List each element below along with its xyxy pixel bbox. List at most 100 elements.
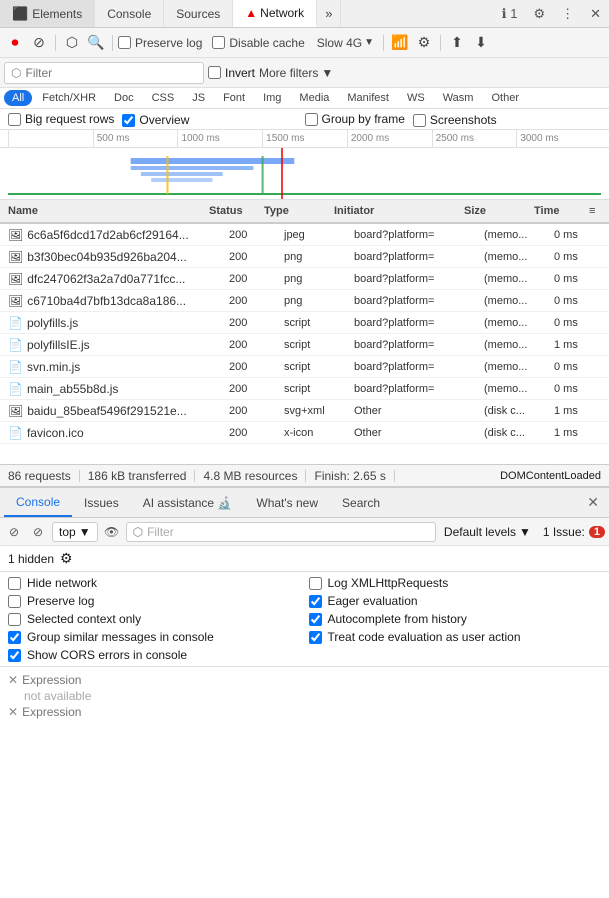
upload1-button[interactable]: ⬆ [446, 32, 468, 54]
table-row[interactable]: 🖼 c6710ba4d7bfb13dca8a186... 200 png boa… [0, 290, 609, 312]
console-pause-btn[interactable]: ⊘ [28, 522, 48, 542]
context-selector[interactable]: top ▼ [52, 522, 98, 542]
th-size[interactable]: Size [460, 205, 530, 217]
overview-checkbox[interactable] [122, 114, 135, 127]
more-filters-btn[interactable]: More filters ▼ [259, 66, 333, 80]
big-request-rows-label[interactable]: Big request rows [8, 111, 114, 127]
filter-ws[interactable]: WS [399, 90, 433, 106]
big-request-rows-checkbox[interactable] [8, 113, 21, 126]
more-options-icon[interactable]: ⋮ [553, 6, 582, 22]
expression-close-1[interactable]: ✕ [8, 673, 18, 687]
network-settings-icon[interactable]: ⚙ [413, 32, 435, 54]
filter-all[interactable]: All [4, 90, 32, 106]
record-button[interactable]: ⏺ [4, 32, 26, 54]
filter-img[interactable]: Img [255, 90, 289, 106]
preserve-log-label[interactable]: Preserve log [118, 36, 202, 50]
wifi-icon[interactable]: 📶 [389, 32, 411, 54]
console-tab-issues[interactable]: Issues [72, 488, 131, 517]
preserve-log-checkbox[interactable] [118, 36, 131, 49]
table-row[interactable]: 📄 favicon.ico 200 x-icon Other (disk c..… [0, 422, 609, 444]
opt-log-xmlhttp[interactable]: Log XMLHttpRequests [309, 576, 602, 590]
table-row[interactable]: 🖼 baidu_85beaf5496f291521e... 200 svg+xm… [0, 400, 609, 422]
notification-btn[interactable]: ℹ 1 [494, 6, 526, 22]
console-close-btn[interactable]: ✕ [581, 494, 605, 511]
search-button[interactable]: 🔍 [85, 32, 107, 54]
group-by-frame-label[interactable]: Group by frame [305, 111, 405, 127]
eye-icon[interactable]: 👁 [102, 522, 122, 542]
invert-checkbox[interactable] [208, 66, 221, 79]
console-tab-whatsnew[interactable]: What's new [244, 488, 330, 517]
opt-selected-ctx-cb[interactable] [8, 613, 21, 626]
table-row[interactable]: 📄 svn.min.js 200 script board?platform= … [0, 356, 609, 378]
table-row[interactable]: 📄 main_ab55b8d.js 200 script board?platf… [0, 378, 609, 400]
opt-group-similar[interactable]: Group similar messages in console [8, 630, 301, 644]
opt-preserve-log-cb[interactable] [8, 595, 21, 608]
screenshots-label[interactable]: Screenshots [413, 113, 497, 127]
opt-hide-network[interactable]: Hide network [8, 576, 301, 590]
th-status[interactable]: Status [205, 205, 260, 217]
console-tab-console[interactable]: Console [4, 488, 72, 517]
table-row[interactable]: 🖼 b3f30bec04b935d926ba204... 200 png boa… [0, 246, 609, 268]
opt-treat-code[interactable]: Treat code evaluation as user action [309, 630, 602, 644]
th-waterfall[interactable]: ≡ [585, 205, 605, 217]
invert-label[interactable]: Invert [208, 66, 255, 80]
filter-fetch-xhr[interactable]: Fetch/XHR [34, 90, 104, 106]
filter-manifest[interactable]: Manifest [339, 90, 397, 106]
opt-selected-ctx[interactable]: Selected context only [8, 612, 301, 626]
filter-box[interactable]: ⬡ [4, 62, 204, 84]
console-tab-search[interactable]: Search [330, 488, 392, 517]
opt-eager-eval-cb[interactable] [309, 595, 322, 608]
filter-js[interactable]: JS [184, 90, 213, 106]
filter-wasm[interactable]: Wasm [435, 90, 482, 106]
table-row[interactable]: 🖼 6c6a5f6dcd17d2ab6cf29164... 200 jpeg b… [0, 224, 609, 246]
tab-sources[interactable]: Sources [164, 0, 233, 27]
expression-input-1[interactable] [22, 673, 601, 687]
download-button[interactable]: ⬇ [470, 32, 492, 54]
td-time-2: 0 ms [550, 273, 605, 285]
disable-cache-label[interactable]: Disable cache [212, 36, 304, 50]
screenshots-checkbox[interactable] [413, 114, 426, 127]
tab-console[interactable]: Console [95, 0, 164, 27]
filter-doc[interactable]: Doc [106, 90, 142, 106]
expression-close-2[interactable]: ✕ [8, 705, 18, 719]
opt-autocomplete-cb[interactable] [309, 613, 322, 626]
close-devtools-icon[interactable]: ✕ [582, 6, 609, 22]
filter-other[interactable]: Other [483, 90, 527, 106]
throttle-dropdown[interactable]: Slow 4G ▼ [313, 36, 378, 50]
filter-button[interactable]: ⬡ [61, 32, 83, 54]
settings-icon[interactable]: ⚙ [525, 6, 553, 22]
tab-more[interactable]: » [317, 0, 341, 27]
filter-input[interactable] [25, 66, 197, 80]
opt-preserve-log[interactable]: Preserve log [8, 594, 301, 608]
console-clear-btn[interactable]: ⊘ [4, 522, 24, 542]
tab-elements[interactable]: ⬛ Elements [0, 0, 95, 27]
opt-show-cors[interactable]: Show CORS errors in console [8, 648, 301, 662]
overview-label[interactable]: Overview [122, 113, 189, 127]
opt-group-similar-cb[interactable] [8, 631, 21, 644]
disable-cache-checkbox[interactable] [212, 36, 225, 49]
table-row[interactable]: 🖼 dfc247062f3a2a7d0a771fcc... 200 png bo… [0, 268, 609, 290]
console-tab-ai[interactable]: AI assistance 🔬 [131, 488, 245, 517]
th-initiator[interactable]: Initiator [330, 205, 460, 217]
group-by-frame-checkbox[interactable] [305, 113, 318, 126]
opt-show-cors-cb[interactable] [8, 649, 21, 662]
tab-network[interactable]: ▲ Network [233, 0, 317, 27]
opt-log-xmlhttp-cb[interactable] [309, 577, 322, 590]
filter-font[interactable]: Font [215, 90, 253, 106]
table-row[interactable]: 📄 polyfillsIE.js 200 script board?platfo… [0, 334, 609, 356]
table-row[interactable]: 📄 polyfills.js 200 script board?platform… [0, 312, 609, 334]
opt-autocomplete[interactable]: Autocomplete from history [309, 612, 602, 626]
filter-css[interactable]: CSS [144, 90, 183, 106]
clear-button[interactable]: ⊘ [28, 32, 50, 54]
console-filter-box[interactable]: ⬡ Filter [126, 522, 436, 542]
th-name[interactable]: Name [4, 205, 205, 217]
opt-treat-code-cb[interactable] [309, 631, 322, 644]
opt-hide-network-cb[interactable] [8, 577, 21, 590]
expression-input-2[interactable] [22, 705, 601, 719]
th-time[interactable]: Time [530, 205, 585, 217]
th-type[interactable]: Type [260, 205, 330, 217]
filter-media[interactable]: Media [291, 90, 337, 106]
levels-dropdown[interactable]: Default levels ▼ [440, 525, 535, 539]
opt-eager-eval[interactable]: Eager evaluation [309, 594, 602, 608]
hidden-gear-icon[interactable]: ⚙ [60, 550, 73, 567]
